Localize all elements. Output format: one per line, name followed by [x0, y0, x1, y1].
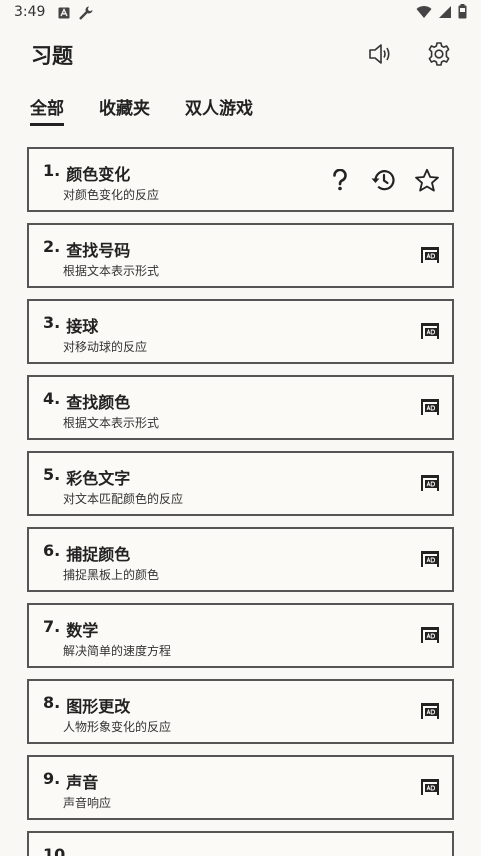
settings-gear-icon [428, 42, 450, 66]
ad-badge-icon [421, 475, 439, 491]
exercise-card-3[interactable]: 3. 接球 对移动球的反应 [27, 299, 454, 364]
card-name: 图形更改 [66, 697, 131, 716]
sound-icon [369, 44, 390, 64]
card-name: 查找颜色 [66, 393, 131, 412]
card-number: 6. [43, 541, 61, 560]
a-box-icon [58, 7, 70, 19]
card-name: 数学 [66, 621, 99, 640]
ad-badge-icon [421, 627, 439, 643]
exercise-card-9[interactable]: 9. 声音 声音响应 [27, 755, 454, 820]
card-title: 9. 声音 [43, 769, 98, 793]
card-number: 4. [43, 389, 61, 408]
card-number: 10. [43, 845, 72, 856]
tab-two-player[interactable]: 双人游戏 [185, 94, 253, 124]
history-icon [371, 170, 395, 191]
help-question-icon [333, 169, 347, 191]
status-bar: 3:49 [0, 0, 481, 26]
card-number: 7. [43, 617, 61, 636]
card-title: 6. 捕捉颜色 [43, 541, 130, 565]
battery-icon [458, 4, 467, 19]
card-subtitle: 对移动球的反应 [63, 340, 148, 354]
card-name: 接球 [66, 317, 99, 336]
card-title: 8. 图形更改 [43, 693, 130, 717]
exercise-card-5[interactable]: 5. 彩色文字 对文本匹配颜色的反应 [27, 451, 454, 516]
exercise-card-1[interactable]: 1. 颜色变化 对颜色变化的反应 [27, 147, 454, 212]
card-title: 1. 颜色变化 [43, 161, 130, 185]
card-title: 5. 彩色文字 [43, 465, 130, 489]
help-button[interactable] [328, 167, 352, 193]
favorite-button[interactable] [414, 167, 440, 193]
ad-badge-icon [421, 703, 439, 719]
card-actions [328, 167, 440, 193]
card-subtitle: 捕捉黑板上的颜色 [63, 568, 160, 582]
wrench-icon [79, 6, 93, 20]
card-subtitle: 声音响应 [63, 796, 112, 810]
exercise-card-2[interactable]: 2. 查找号码 根据文本表示形式 [27, 223, 454, 288]
card-number: 5. [43, 465, 61, 484]
card-name: 捕捉颜色 [66, 545, 131, 564]
exercise-card-10[interactable]: 10. [27, 831, 454, 856]
exercise-list[interactable]: 1. 颜色变化 对颜色变化的反应 2. 查找号码 根据文本表示形式 3. 接球 … [27, 147, 454, 856]
card-subtitle: 人物形象变化的反应 [63, 720, 172, 734]
exercise-card-7[interactable]: 7. 数学 解决简单的速度方程 [27, 603, 454, 668]
ad-badge-icon [421, 399, 439, 415]
card-title: 3. 接球 [43, 313, 98, 337]
card-name: 查找号码 [66, 241, 131, 260]
card-number: 1. [43, 161, 61, 180]
exercise-card-8[interactable]: 8. 图形更改 人物形象变化的反应 [27, 679, 454, 744]
card-number: 8. [43, 693, 61, 712]
card-name: 彩色文字 [66, 469, 131, 488]
card-name: 声音 [66, 773, 99, 792]
page-title: 习题 [31, 44, 73, 68]
status-left-icons [58, 5, 94, 21]
signal-icon [439, 5, 451, 18]
card-title: 7. 数学 [43, 617, 98, 641]
ad-badge-icon [421, 247, 439, 263]
card-number: 9. [43, 769, 61, 788]
tab-favorites[interactable]: 收藏夹 [99, 94, 150, 124]
card-number: 2. [43, 237, 61, 256]
appbar-actions [367, 40, 453, 68]
wifi-icon [416, 5, 432, 18]
settings-button[interactable] [425, 40, 453, 68]
exercise-card-6[interactable]: 6. 捕捉颜色 捕捉黑板上的颜色 [27, 527, 454, 592]
card-subtitle: 根据文本表示形式 [63, 264, 160, 278]
ad-badge-icon [421, 323, 439, 339]
card-subtitle: 对文本匹配颜色的反应 [63, 492, 184, 506]
tab-all[interactable]: 全部 [30, 94, 64, 126]
tab-bar: 全部 收藏夹 双人游戏 [30, 94, 253, 126]
card-number: 3. [43, 313, 61, 332]
star-icon [415, 168, 439, 191]
card-title: 2. 查找号码 [43, 237, 130, 261]
card-title: 10. [43, 845, 77, 856]
status-time: 3:49 [14, 4, 46, 20]
card-title: 4. 查找颜色 [43, 389, 130, 413]
card-subtitle: 对颜色变化的反应 [63, 188, 160, 202]
sound-button[interactable] [367, 40, 395, 68]
card-subtitle: 根据文本表示形式 [63, 416, 160, 430]
card-subtitle: 解决简单的速度方程 [63, 644, 172, 658]
ad-badge-icon [421, 551, 439, 567]
ad-badge-icon [421, 779, 439, 795]
status-right-icons [416, 4, 467, 19]
history-button[interactable] [370, 167, 396, 193]
exercise-card-4[interactable]: 4. 查找颜色 根据文本表示形式 [27, 375, 454, 440]
card-name: 颜色变化 [66, 165, 131, 184]
